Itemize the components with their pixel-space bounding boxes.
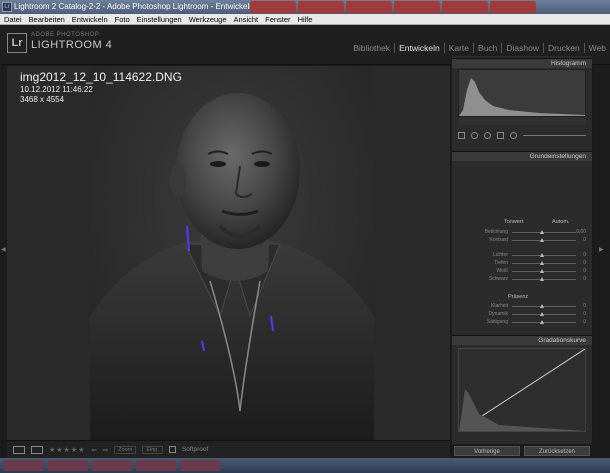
basic-header[interactable]: Grundeinstellungen — [452, 151, 592, 161]
rating-stars[interactable]: ★★★★★ — [49, 446, 85, 454]
expand-right-icon[interactable]: ▶ — [599, 246, 604, 253]
slider-row[interactable]: Klarheit 0 — [452, 303, 592, 310]
menu-datei[interactable]: Datei — [4, 14, 22, 24]
tool-strip — [458, 130, 586, 140]
background-window-5[interactable] — [442, 1, 488, 13]
brand-sub: ADOBE PHOTOSHOP — [31, 32, 100, 38]
background-window-1[interactable] — [250, 1, 296, 13]
taskbar-item[interactable] — [180, 460, 220, 471]
taskbar-item[interactable] — [4, 460, 44, 471]
module-web[interactable]: Web — [583, 43, 610, 53]
module-picker: Bibliothek Entwickeln Karte Buch Diashow… — [349, 43, 610, 53]
taskbar-item[interactable] — [136, 460, 176, 471]
slider-row[interactable]: Tiefen 0 — [452, 260, 592, 267]
tool-slider[interactable] — [523, 134, 586, 136]
taskbar-item[interactable] — [48, 460, 88, 471]
slider-row[interactable]: Dynamik 0 — [452, 311, 592, 318]
adjustment-brush-icon[interactable] — [510, 131, 517, 139]
reset-button[interactable]: Zurücksetzen — [524, 446, 590, 456]
menu-fenster[interactable]: Fenster — [265, 14, 290, 24]
module-drucken[interactable]: Drucken — [543, 43, 584, 53]
tone-curve-header[interactable]: Gradationskurve — [452, 335, 592, 345]
image-dimensions: 3468 x 4554 — [20, 95, 65, 104]
menu-bar: Datei Bearbeiten Entwickeln Foto Einstel… — [0, 14, 610, 25]
tone-curve[interactable] — [458, 348, 586, 432]
previous-button[interactable]: Vorherige — [454, 446, 520, 456]
slider-row[interactable]: Kontrast 0 — [452, 237, 592, 244]
background-window-6[interactable] — [490, 1, 536, 13]
slider-row[interactable]: Weiß 0 — [452, 268, 592, 275]
menu-bearbeiten[interactable]: Bearbeiten — [29, 14, 65, 24]
spot-removal-icon[interactable] — [471, 131, 478, 139]
lightroom-app-icon: Lr — [2, 2, 12, 12]
right-edge: ▶ — [595, 66, 610, 440]
develop-right-panel: Histogramm Grundeinstellungen Tonwert Au… — [452, 56, 592, 444]
histogram — [458, 69, 586, 117]
presence-label: Präsenz — [508, 294, 529, 300]
crop-tool-icon[interactable] — [458, 131, 465, 139]
menu-einstellungen[interactable]: Einstellungen — [137, 14, 182, 24]
prev-arrow-icon[interactable]: ⇦ — [91, 446, 96, 454]
red-eye-icon[interactable] — [484, 131, 491, 139]
background-window-4[interactable] — [394, 1, 440, 13]
module-entwickeln[interactable]: Entwickeln — [394, 43, 444, 53]
slider-row[interactable]: Belichtung 0,00 — [452, 229, 592, 236]
loupe-view-icon[interactable] — [13, 445, 25, 454]
softproof-label: Softproof — [181, 446, 209, 453]
module-bibliothek[interactable]: Bibliothek — [349, 43, 394, 53]
menu-hilfe[interactable]: Hilfe — [298, 14, 313, 24]
module-karte[interactable]: Karte — [443, 43, 473, 53]
module-diashow[interactable]: Diashow — [501, 43, 543, 53]
next-arrow-icon[interactable]: ⇨ — [103, 446, 108, 454]
histogram-header[interactable]: Histogramm — [452, 58, 592, 68]
image-filename: img2012_12_10_114622.DNG — [20, 70, 182, 84]
bottom-toolbar: ★★★★★ ⇦ ⇨ Zoom Einp. Softproof — [7, 440, 450, 458]
module-buch[interactable]: Buch — [473, 43, 501, 53]
panel-buttons: Vorherige Zurücksetzen — [452, 444, 592, 458]
background-window-2[interactable] — [298, 1, 344, 13]
zoom-fit[interactable]: Einp. — [142, 445, 163, 454]
slider-row[interactable]: Sättigung 0 — [452, 319, 592, 326]
zoom-control[interactable]: Zoom — [114, 445, 137, 454]
taskbar-item[interactable] — [92, 460, 132, 471]
portrait-photo[interactable] — [90, 66, 374, 440]
before-after-icon[interactable] — [31, 445, 43, 454]
window-title-bar: Lr Lightroom 2 Catalog-2-2 - Adobe Photo… — [0, 0, 610, 14]
histogram-exif — [458, 117, 586, 125]
background-window-3[interactable] — [346, 1, 392, 13]
tone-label: Tonwert — [504, 219, 524, 225]
window-title: Lightroom 2 Catalog-2-2 - Adobe Photosho… — [14, 2, 254, 11]
menu-foto[interactable]: Foto — [115, 14, 130, 24]
left-panel-collapsed[interactable]: ◀ — [0, 66, 7, 440]
menu-werkzeuge[interactable]: Werkzeuge — [189, 14, 227, 24]
windows-taskbar — [0, 458, 610, 473]
brand-name: LIGHTROOM 4 — [31, 39, 113, 51]
menu-ansicht[interactable]: Ansicht — [234, 14, 259, 24]
slider-row[interactable]: Schwarz 0 — [452, 276, 592, 283]
lightroom-logo: Lr — [7, 33, 27, 53]
expand-left-icon[interactable]: ◀ — [1, 246, 6, 253]
slider-row[interactable]: Lichter 0 — [452, 252, 592, 259]
taskbar-windows — [250, 0, 536, 14]
graduated-filter-icon[interactable] — [497, 131, 504, 139]
auto-tone-button[interactable]: Autom. — [552, 219, 569, 225]
softproof-checkbox[interactable] — [168, 446, 176, 453]
image-datetime: 10.12.2012 11:46:22 — [20, 85, 93, 94]
menu-entwickeln[interactable]: Entwickeln — [72, 14, 108, 24]
